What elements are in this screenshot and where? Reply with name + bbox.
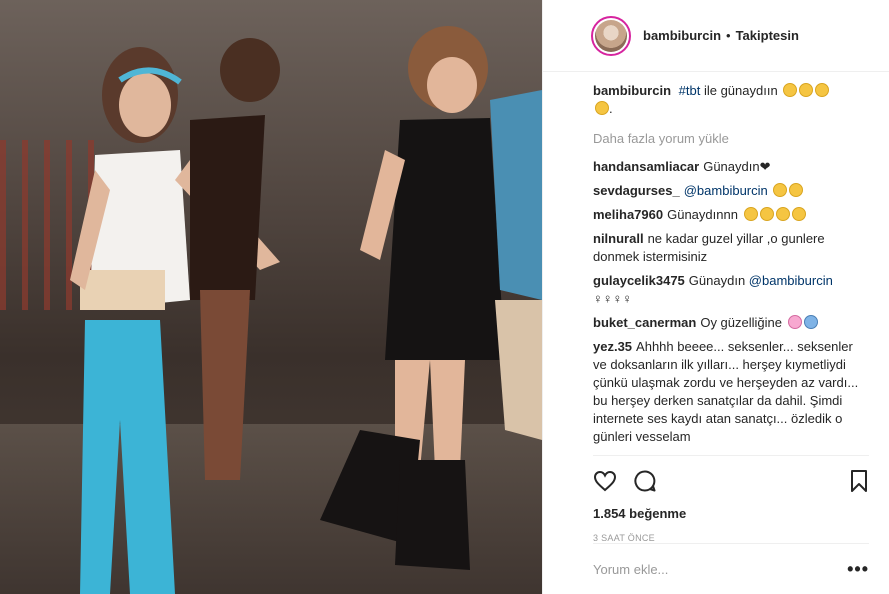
- list-item: sevdagurses_ @bambiburcin: [593, 182, 869, 200]
- list-item: yez.35 Ahhhh beeee... seksenler... seksen…: [593, 338, 869, 446]
- post-header: bambiburcin • Takiptesin: [543, 0, 889, 72]
- load-more-comments-link[interactable]: Daha fazla yorum yükle: [593, 130, 869, 148]
- comment-username[interactable]: gulaycelik3475: [593, 273, 685, 288]
- caption-hashtag[interactable]: #tbt: [679, 83, 701, 98]
- caption-text: ile günaydıın: [703, 83, 778, 98]
- instagram-post: bambiburcin • Takiptesin bambiburcin #tb…: [0, 0, 889, 594]
- photo-figures: [70, 26, 542, 594]
- thumbs-up-emoji-icon: [773, 183, 788, 197]
- clap-emoji-icon: [743, 207, 758, 221]
- comment-text: Günaydın: [688, 273, 746, 288]
- clap-emoji-icon: [759, 207, 774, 221]
- comment-text: Ahhhh beeee... seksenler... seksenler ve…: [593, 339, 859, 444]
- person-emoji-icon: [789, 183, 804, 197]
- comment-username[interactable]: meliha7960: [593, 207, 663, 222]
- smile-emoji-icon: [815, 83, 830, 97]
- bookmark-icon[interactable]: [849, 469, 869, 493]
- list-item: buket_canerman Oy güzelliğine: [593, 314, 869, 332]
- comment-username[interactable]: yez.35: [593, 339, 632, 354]
- comment-text: Oy güzelliğine: [700, 315, 782, 330]
- follow-status-button[interactable]: Takiptesin: [736, 28, 799, 43]
- flower-emoji-icon: [787, 315, 802, 329]
- comments-list[interactable]: bambiburcin #tbt ile günaydıın . Daha fa…: [593, 82, 869, 454]
- comment-icon[interactable]: [633, 469, 657, 493]
- action-icons: [593, 466, 869, 496]
- comment-input[interactable]: [593, 561, 848, 577]
- post-sidebar: bambiburcin • Takiptesin bambiburcin #tb…: [542, 0, 889, 594]
- list-item: handansamliacar Günaydın❤: [593, 158, 869, 176]
- comment-username[interactable]: buket_canerman: [593, 315, 696, 330]
- post-photo[interactable]: [0, 0, 542, 594]
- person-emoji-icon: [803, 315, 818, 329]
- add-comment-bar: •••: [593, 543, 869, 594]
- thumbs-up-emoji-icon: [775, 207, 790, 221]
- smile-emoji-icon: [799, 83, 814, 97]
- more-options-icon[interactable]: •••: [847, 559, 869, 580]
- list-item: nilnurall ne kadar guzel yillar ,o gunler…: [593, 230, 869, 266]
- comment-mention[interactable]: @bambiburcin: [749, 273, 833, 288]
- caption-username[interactable]: bambiburcin: [593, 83, 671, 98]
- author-username[interactable]: bambiburcin: [643, 28, 721, 43]
- header-separator: •: [726, 28, 731, 43]
- comment-username[interactable]: sevdagurses_: [593, 183, 680, 198]
- kiss-emoji-icon: [791, 207, 806, 221]
- comment-text: Günaydınnn: [667, 207, 738, 222]
- wink-emoji-icon: [783, 83, 798, 97]
- comment-text: Günaydın❤: [703, 159, 771, 174]
- caption: bambiburcin #tbt ile günaydıın .: [593, 82, 869, 118]
- wink-emoji-icon: [595, 101, 609, 115]
- avatar[interactable]: [591, 15, 631, 56]
- heart-icon[interactable]: [593, 469, 617, 493]
- post-timestamp[interactable]: 3 SAAT ÖNCE: [593, 533, 869, 543]
- post-actions: 1.854 beğenme 3 SAAT ÖNCE: [593, 455, 869, 543]
- symbol-emoji-icon: ♀♀♀♀: [593, 291, 632, 306]
- caption-end: .: [609, 101, 613, 116]
- comment-username[interactable]: handansamliacar: [593, 159, 699, 174]
- list-item: gulaycelik3475 Günaydın @bambiburcin ♀♀♀♀: [593, 272, 869, 308]
- likes-count[interactable]: 1.854 beğenme: [593, 506, 869, 521]
- list-item: meliha7960 Günaydınnn: [593, 206, 869, 224]
- comment-mention[interactable]: @bambiburcin: [684, 183, 768, 198]
- comment-username[interactable]: nilnurall: [593, 231, 644, 246]
